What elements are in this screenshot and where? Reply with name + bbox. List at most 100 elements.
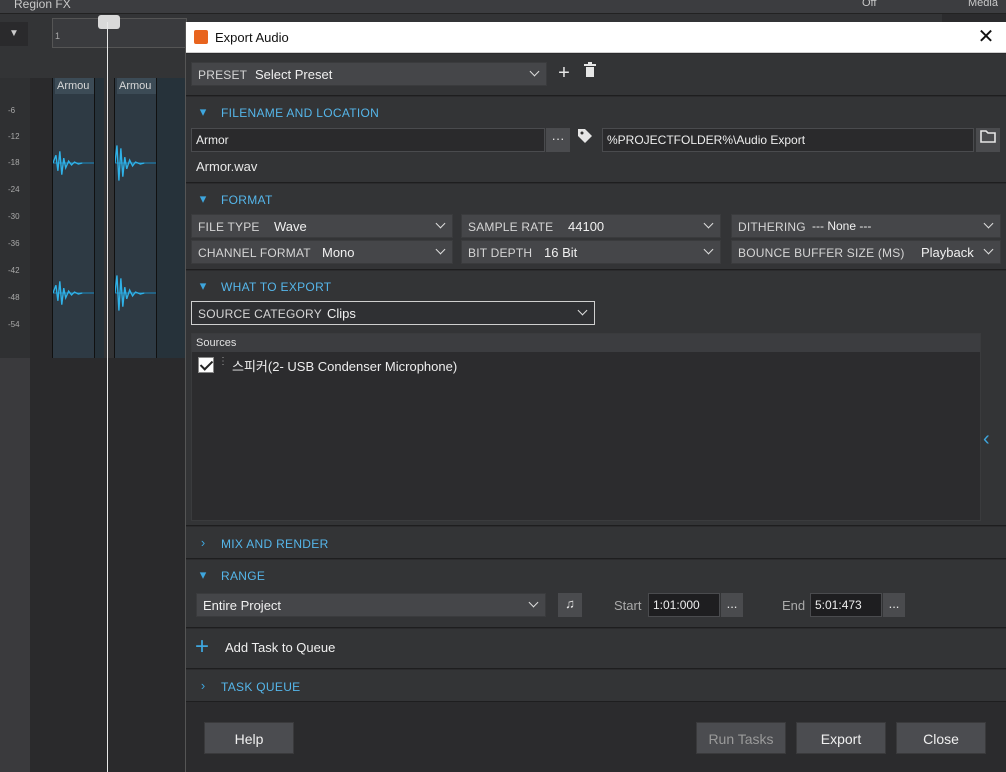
bit-depth-label: BIT DEPTH (468, 246, 533, 260)
daw-topbar: Region FX Off Media (0, 0, 1006, 14)
meter-tick: -6 (8, 106, 16, 115)
meter-tick: -18 (8, 158, 20, 167)
range-header[interactable]: ▾ RANGE (186, 560, 1006, 590)
close-button[interactable]: Close (896, 722, 986, 754)
what-to-export-section: ▾ WHAT TO EXPORT SOURCE CATEGORY Clips S… (186, 271, 1006, 526)
track-strip (0, 358, 30, 772)
channel-format-label: CHANNEL FORMAT (198, 246, 311, 260)
chevron-down-icon: ▾ (199, 567, 207, 582)
what-to-export-header[interactable]: ▾ WHAT TO EXPORT (186, 271, 1006, 301)
chevron-down-icon: ▾ (199, 104, 207, 119)
list-item[interactable]: ⋮ 스피커(2- USB Condenser Microphone) (192, 354, 980, 376)
waveform-bottom (53, 281, 94, 305)
chevron-right-icon: › (200, 535, 206, 550)
file-type-select[interactable]: FILE TYPE Wave (191, 214, 453, 238)
clip-label: Armou (117, 78, 158, 94)
browse-dots-button[interactable]: ··· (546, 128, 570, 152)
folder-icon[interactable] (976, 128, 1000, 152)
export-path-input[interactable]: %PROJECTFOLDER%\Audio Export (602, 128, 974, 152)
bit-depth-select[interactable]: BIT DEPTH 16 Bit (461, 240, 721, 264)
dithering-select[interactable]: DITHERING --- None --- (731, 214, 1001, 238)
timeline-ruler[interactable]: 1 (52, 15, 187, 48)
chevron-down-icon: ▾ (199, 191, 207, 206)
channel-format-value: Mono (322, 245, 355, 260)
filename-input[interactable]: Armor (191, 128, 545, 152)
mix-render-header[interactable]: › MIX AND RENDER (186, 528, 1006, 558)
start-input[interactable]: 1:01:000 (648, 593, 720, 617)
waveform-bottom (115, 275, 156, 311)
chevron-left-icon[interactable]: ‹ (983, 429, 1003, 449)
preset-select[interactable]: PRESET Select Preset (191, 62, 547, 86)
clip-label: Armou (55, 78, 96, 94)
dithering-label: DITHERING (738, 220, 806, 234)
chevron-down-icon (704, 245, 714, 255)
audio-clip[interactable]: Armou (52, 78, 96, 358)
chevron-right-icon: › (200, 678, 206, 693)
chevron-down-icon: ▾ (199, 278, 207, 293)
chevron-down-icon (436, 245, 446, 255)
gain-scale (30, 78, 52, 358)
channel-format-select[interactable]: CHANNEL FORMAT Mono (191, 240, 453, 264)
off-label[interactable]: Off (862, 0, 876, 9)
resolved-filename: Armor.wav (196, 159, 258, 174)
range-select[interactable]: Entire Project (196, 593, 546, 617)
source-category-select[interactable]: SOURCE CATEGORY Clips (191, 301, 595, 325)
clip-gap (94, 78, 104, 358)
dithering-value: --- None --- (812, 219, 872, 233)
run-tasks-button[interactable]: Run Tasks (696, 722, 786, 754)
task-queue-section: › TASK QUEUE (186, 670, 1006, 702)
plus-icon: + (195, 633, 210, 660)
filename-section-header[interactable]: ▾ FILENAME AND LOCATION (186, 97, 1006, 127)
range-section: ▾ RANGE Entire Project ♫ Start 1:01:000 … (186, 560, 1006, 628)
playhead-handle[interactable] (98, 15, 120, 29)
close-icon[interactable]: ✕ (975, 25, 997, 49)
export-audio-dialog: Export Audio ✕ PRESET Select Preset + ▾ … (185, 22, 1006, 772)
end-label: End (782, 598, 806, 613)
end-input[interactable]: 5:01:473 (810, 593, 882, 617)
format-section: ▾ FORMAT FILE TYPE Wave SAMPLE RATE 4410… (186, 184, 1006, 270)
bounce-buffer-select[interactable]: BOUNCE BUFFER SIZE (MS) Playback (731, 240, 1001, 264)
meter-tick: -42 (8, 266, 20, 275)
add-preset-icon[interactable]: + (552, 62, 576, 86)
media-label[interactable]: Media (968, 0, 998, 9)
chevron-down-icon (984, 219, 994, 229)
filename-section: ▾ FILENAME AND LOCATION Armor ··· %PROJE… (186, 97, 1006, 183)
add-task-label: Add Task to Queue (225, 640, 336, 655)
bounce-buffer-label: BOUNCE BUFFER SIZE (MS) (738, 246, 905, 260)
audio-clip[interactable]: Armou (114, 78, 158, 358)
meter-tick: -54 (8, 320, 20, 329)
file-type-value: Wave (274, 219, 307, 234)
start-dots-button[interactable]: ... (721, 593, 743, 617)
format-section-header[interactable]: ▾ FORMAT (186, 184, 1006, 214)
help-button[interactable]: Help (204, 722, 294, 754)
music-note-icon[interactable]: ♫ (558, 593, 582, 617)
sample-rate-select[interactable]: SAMPLE RATE 44100 (461, 214, 721, 238)
meter-tick: -36 (8, 239, 20, 248)
sources-list: Sources ⋮ 스피커(2- USB Condenser Microphon… (191, 333, 981, 521)
source-checkbox[interactable] (198, 357, 214, 373)
task-queue-header[interactable]: › TASK QUEUE (186, 671, 1006, 701)
preset-value: Select Preset (255, 67, 333, 82)
level-meter: -6 -12 -18 -24 -30 -36 -42 -48 -54 (0, 78, 30, 358)
export-button[interactable]: Export (796, 722, 886, 754)
track-dropdown-arrow[interactable]: ▼ (0, 22, 28, 46)
trash-icon[interactable] (578, 62, 602, 86)
source-category-value: Clips (327, 306, 356, 321)
region-fx-label[interactable]: Region FX (14, 0, 71, 11)
bounce-buffer-value: Playback (921, 245, 974, 260)
clip-gap (156, 78, 185, 358)
chevron-down-icon (530, 67, 540, 77)
preset-section: PRESET Select Preset + (186, 54, 1006, 96)
tag-icon[interactable] (573, 128, 597, 152)
waveform-top (53, 151, 94, 175)
sample-rate-value: 44100 (568, 219, 605, 234)
mix-render-section: › MIX AND RENDER (186, 527, 1006, 559)
ruler-start-label: 1 (55, 31, 61, 41)
add-task-row[interactable]: + Add Task to Queue (186, 629, 1006, 669)
file-type-label: FILE TYPE (198, 220, 260, 234)
mix-render-label: MIX AND RENDER (221, 537, 329, 551)
dialog-titlebar: Export Audio ✕ (186, 22, 1006, 53)
daw-lower-area (0, 358, 185, 772)
end-dots-button[interactable]: ... (883, 593, 905, 617)
filename-section-label: FILENAME AND LOCATION (221, 106, 380, 120)
